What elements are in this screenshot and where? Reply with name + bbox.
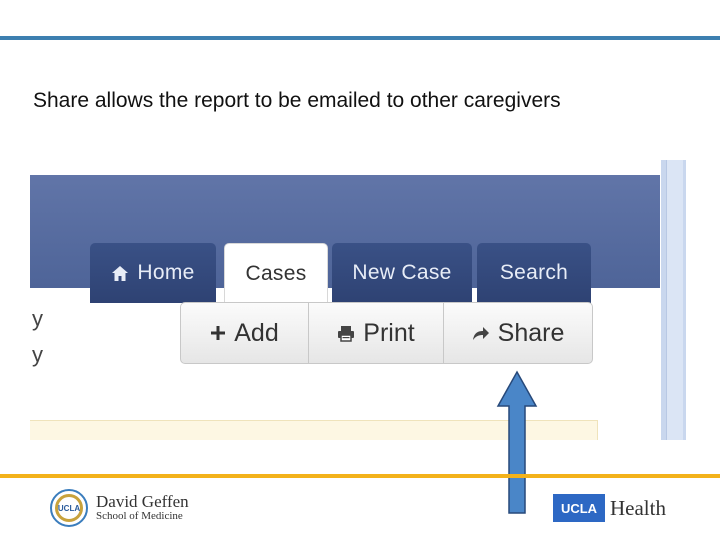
health-word: Health [610, 495, 666, 520]
tab-search[interactable]: Search [477, 243, 591, 303]
tab-home-label: Home [137, 261, 195, 284]
tab-search-label: Search [499, 261, 569, 284]
callout-up-arrow [496, 370, 538, 514]
top-rule [0, 36, 720, 40]
ucla-health-logo: UCLA Health [553, 494, 666, 522]
tab-new-case-label: New Case [352, 261, 452, 284]
tab-cases[interactable]: Cases [224, 243, 328, 304]
slide-title: Share allows the report to be emailed to… [33, 89, 561, 112]
action-button-group: Add Print Share [180, 302, 593, 364]
app-screenshot: Home Cases New Case Search y y Add Print… [30, 160, 686, 440]
vertical-scrollbar[interactable] [661, 160, 686, 440]
ucla-box: UCLA [553, 494, 605, 522]
print-button[interactable]: Print [308, 303, 443, 363]
scrollbar-track[interactable] [666, 160, 683, 440]
add-button[interactable]: Add [181, 303, 308, 363]
ucla-seal-icon: UCLA [50, 489, 88, 527]
tab-cases-label: Cases [245, 262, 307, 285]
share-arrow-icon [472, 326, 490, 341]
top-navbar: Home Cases New Case Search [30, 175, 660, 304]
david-geffen-logo: UCLA David Geffen School of Medicine [50, 489, 189, 527]
dg-name: David Geffen [96, 492, 189, 512]
plus-icon [210, 325, 226, 341]
add-button-label: Add [234, 318, 279, 347]
tab-new-case[interactable]: New Case [332, 243, 472, 303]
printer-icon [337, 325, 355, 342]
share-button[interactable]: Share [443, 303, 592, 363]
share-button-label: Share [497, 318, 565, 347]
dg-subtitle: School of Medicine [96, 510, 183, 523]
home-icon [111, 265, 129, 282]
tab-home[interactable]: Home [90, 243, 216, 303]
print-button-label: Print [363, 318, 415, 347]
cut-off-text: y [32, 306, 43, 331]
cut-off-text: y [32, 342, 43, 367]
bottom-rule [0, 474, 720, 478]
